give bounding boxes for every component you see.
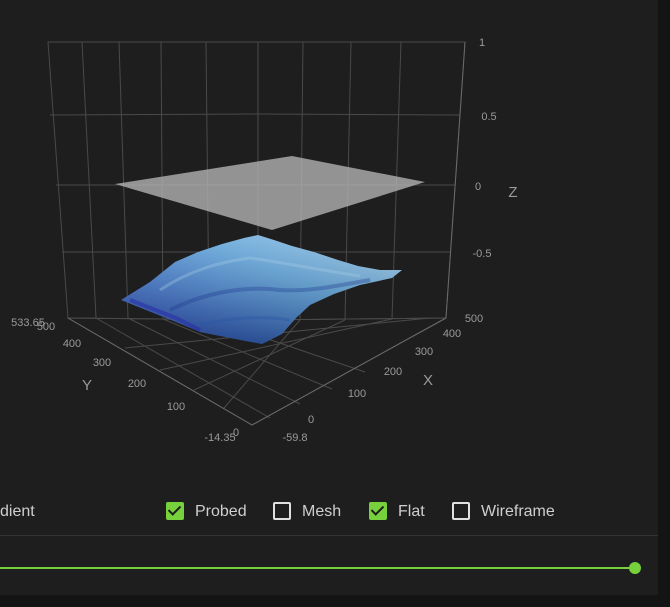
x-tick-400: 400 (443, 328, 461, 340)
x-axis-title: X (423, 372, 433, 389)
probed-surface (121, 235, 402, 344)
flat-checkbox[interactable] (369, 502, 387, 520)
z-tick-1: 1 (479, 37, 485, 49)
mesh-label[interactable]: Mesh (302, 503, 341, 521)
slider-track[interactable] (0, 567, 635, 569)
mesh-checkbox[interactable] (273, 502, 291, 520)
probed-checkbox[interactable] (166, 502, 184, 520)
slider-thumb[interactable] (629, 562, 641, 574)
gradient-label: dient (0, 503, 35, 520)
x-axis-ticks: 500 400 300 200 100 0 -59.8 X (282, 313, 483, 444)
x-tick-100: 100 (348, 388, 366, 400)
axis-edges (67, 41, 466, 426)
x-tick-300: 300 (415, 346, 433, 358)
wireframe-label[interactable]: Wireframe (481, 503, 555, 521)
z-tick-0: 0 (475, 181, 481, 193)
y-tick-400: 400 (63, 338, 81, 350)
y-tick-min: -14.35 (204, 432, 235, 444)
flat-label[interactable]: Flat (398, 503, 425, 521)
bed-mesh-panel: 1 0.5 0 -0.5 Z 500 400 300 200 100 0 -59… (0, 0, 658, 595)
x-tick-0: 0 (308, 414, 314, 426)
z-axis-ticks: 1 0.5 0 -0.5 Z (473, 37, 518, 260)
z-tick-0-5: 0.5 (481, 111, 496, 123)
y-tick-100: 100 (167, 401, 185, 413)
x-tick-min: -59.8 (282, 432, 307, 444)
x-tick-200: 200 (384, 366, 402, 378)
y-tick-200: 200 (128, 378, 146, 390)
y-tick-500: 500 (37, 321, 55, 333)
probed-label[interactable]: Probed (195, 503, 247, 521)
y-axis-title: Y (82, 377, 92, 394)
scale-slider[interactable] (0, 556, 658, 580)
y-tick-300: 300 (93, 357, 111, 369)
z-tick-neg-0-5: -0.5 (473, 248, 492, 260)
x-tick-500: 500 (465, 313, 483, 325)
wireframe-checkbox[interactable] (452, 502, 470, 520)
bottom-edge (0, 595, 670, 607)
right-scrollbar-area (658, 0, 670, 607)
mesh-display-toggles: dient Probed Mesh Flat Wireframe (0, 497, 658, 529)
z-axis-title: Z (508, 184, 517, 201)
bed-mesh-3d-plot[interactable]: 1 0.5 0 -0.5 Z 500 400 300 200 100 0 -59… (0, 0, 658, 470)
section-divider (0, 535, 658, 536)
